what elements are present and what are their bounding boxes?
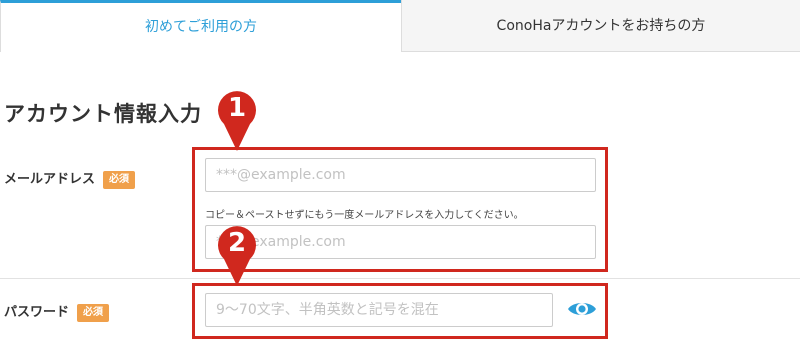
tab-bar: 初めてご利用の方 ConoHaアカウントをお持ちの方 [0,0,800,53]
section-title: アカウント情報入力 [4,102,202,126]
email-label: メールアドレス [4,172,96,187]
callout-number-1: 1 [227,93,247,123]
callout-pin-2: 2 [216,222,258,292]
tab-existing-account[interactable]: ConoHaアカウントをお持ちの方 [401,0,800,52]
callout-pin-1: 1 [216,87,258,157]
tab-first-time-user[interactable]: 初めてご利用の方 [0,0,401,52]
password-row-label: パスワード 必須 [4,301,110,322]
email-required-badge: 必須 [103,171,136,189]
password-required-badge: 必須 [77,304,110,322]
password-label: パスワード [4,305,70,320]
row-divider [0,278,800,279]
email-row-label: メールアドレス 必須 [4,168,136,189]
callout-number-2: 2 [227,228,247,258]
